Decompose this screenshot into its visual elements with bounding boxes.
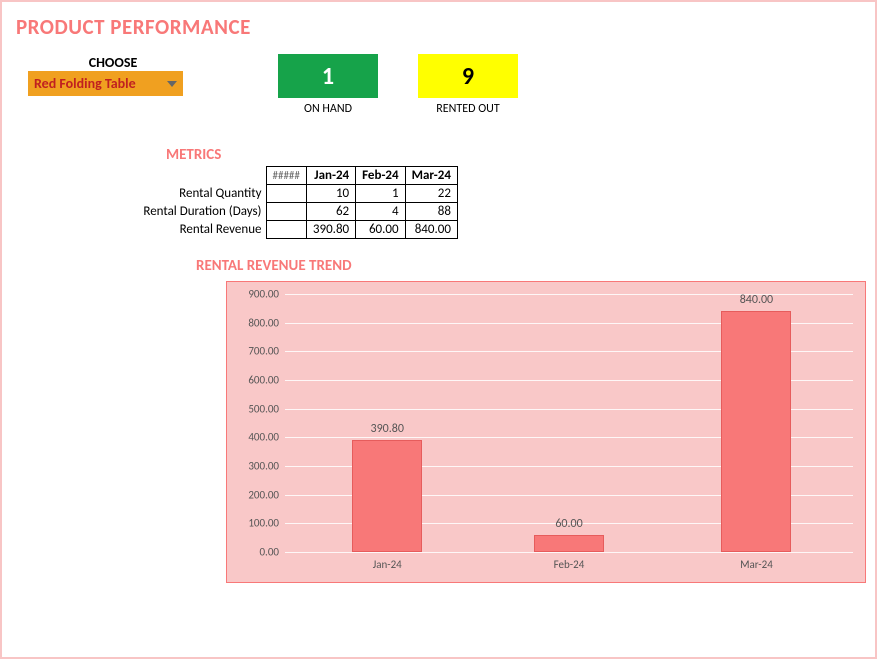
chart-bar [721,311,791,552]
x-tick-label: Jan-24 [337,558,437,571]
row-label: Rental Duration (Days) [121,203,266,221]
chevron-down-icon [167,81,177,87]
y-tick-label: 600.00 [237,374,279,387]
table-cell: 1 [356,185,405,203]
product-select-value: Red Folding Table [34,75,136,92]
on-hand-value: 1 [322,62,334,91]
table-cell: 60.00 [356,221,405,239]
row-label: Rental Revenue [121,221,266,239]
y-tick-label: 900.00 [237,288,279,301]
bar-value-label: 60.00 [529,517,609,531]
y-tick-label: 100.00 [237,517,279,530]
table-cell: 22 [405,185,457,203]
chart-bar [534,535,604,552]
y-tick-label: 800.00 [237,316,279,329]
col-header: Feb-24 [356,167,405,185]
table-cell: 390.80 [306,221,355,239]
chart-title: RENTAL REVENUE TREND [196,257,861,275]
on-hand-label: ON HAND [278,102,378,116]
rented-out-value: 9 [462,62,474,91]
x-tick-label: Feb-24 [519,558,619,571]
table-cell: 88 [405,203,457,221]
rented-out-label: RENTED OUT [418,102,518,116]
choose-label: CHOOSE [28,54,198,71]
revenue-chart: 0.00 100.00 200.00 300.00 400.00 500.00 600.00… [226,281,866,583]
rented-out-stat: 9 RENTED OUT [418,54,518,116]
metrics-title: METRICS [166,146,861,164]
hash-cell: ##### [266,167,306,185]
table-cell: 62 [306,203,355,221]
table-cell: 10 [306,185,355,203]
chart-bar [352,440,422,552]
page-title: PRODUCT PERFORMANCE [16,14,861,40]
on-hand-stat: 1 ON HAND [278,54,378,116]
y-tick-label: 400.00 [237,431,279,444]
y-tick-label: 200.00 [237,488,279,501]
y-tick-label: 500.00 [237,402,279,415]
bar-value-label: 390.80 [347,422,427,436]
table-cell: 4 [356,203,405,221]
x-tick-label: Mar-24 [706,558,806,571]
y-tick-label: 0.00 [237,546,279,559]
col-header: Mar-24 [405,167,457,185]
col-header: Jan-24 [306,167,355,185]
grid-line [285,552,853,553]
row-label: Rental Quantity [121,185,266,203]
y-tick-label: 700.00 [237,345,279,358]
metrics-table: ##### Jan-24 Feb-24 Mar-24 Rental Quanti… [121,166,861,239]
y-tick-label: 300.00 [237,460,279,473]
bar-value-label: 840.00 [716,293,796,307]
table-cell: 840.00 [405,221,457,239]
product-select[interactable]: Red Folding Table [28,71,183,96]
